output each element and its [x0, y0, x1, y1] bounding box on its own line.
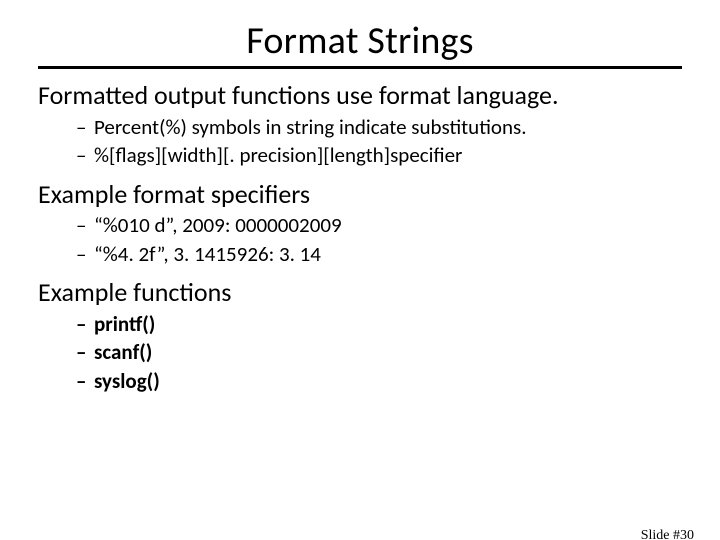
list-item: %[flags][width][. precision][length]spec… — [76, 141, 686, 169]
section-heading: Formatted output functions use format la… — [38, 81, 686, 111]
section-list: printf() scanf() syslog() — [38, 310, 686, 395]
list-item: “%010 d”, 2009: 0000002009 — [76, 211, 686, 239]
section-list: “%010 d”, 2009: 0000002009 “%4. 2f”, 3. … — [38, 211, 686, 268]
section-heading: Example functions — [38, 278, 686, 308]
slide-title: Format Strings — [0, 18, 720, 64]
list-item: printf() — [76, 310, 686, 338]
slide: Format Strings Formatted output function… — [0, 18, 720, 540]
section-heading: Example format specifiers — [38, 180, 686, 210]
list-item: Percent(%) symbols in string indicate su… — [76, 113, 686, 141]
slide-number: Slide #30 — [641, 528, 694, 540]
title-underline — [38, 66, 682, 69]
list-item: syslog() — [76, 367, 686, 395]
section-list: Percent(%) symbols in string indicate su… — [38, 113, 686, 170]
slide-body: Formatted output functions use format la… — [0, 81, 720, 395]
list-item: “%4. 2f”, 3. 1415926: 3. 14 — [76, 240, 686, 268]
list-item: scanf() — [76, 338, 686, 366]
